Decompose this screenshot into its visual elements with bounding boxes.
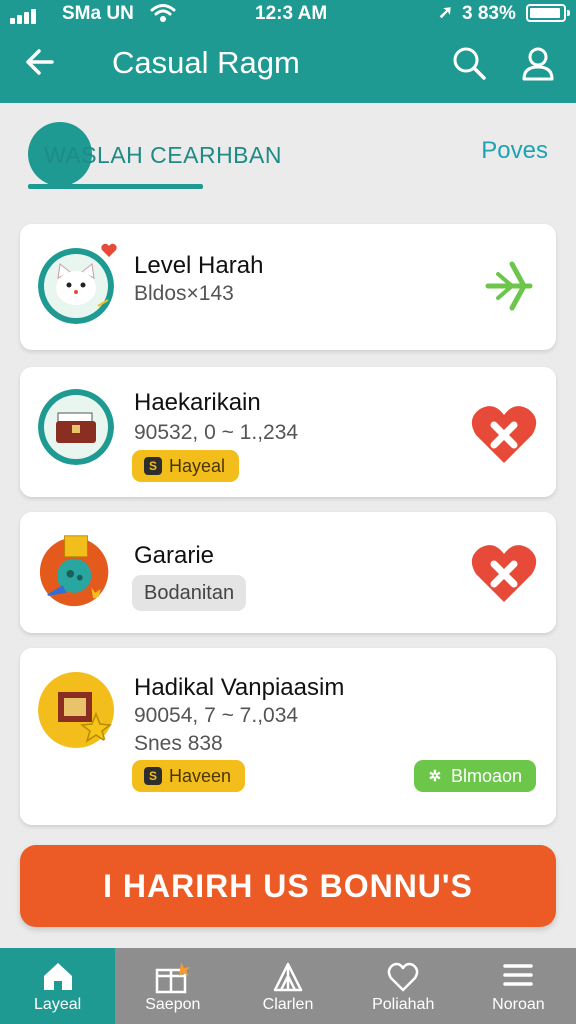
card-title: Gararie <box>134 542 215 569</box>
card-tag[interactable]: S Hayeal <box>132 450 240 482</box>
wifi-icon <box>150 4 176 22</box>
user-icon[interactable] <box>518 43 558 83</box>
tag-icon: S <box>144 457 162 475</box>
nav-item-layeal[interactable]: Layeal <box>0 948 116 1024</box>
status-time: 12:3 AM <box>255 3 328 24</box>
card-subtitle: Bldos×143 <box>134 282 234 305</box>
nav-label: Noroan <box>492 996 545 1013</box>
status-bar: SMa UN 12:3 AM ➚ 3 83% <box>0 0 576 28</box>
heart-icon <box>387 962 419 992</box>
favorite-heart-icon[interactable] <box>468 397 540 469</box>
heart-small-icon <box>101 243 117 257</box>
list-item[interactable]: Level Harah Bldos×143 <box>20 224 556 350</box>
card-tag-label: Bodanitan <box>144 581 235 604</box>
nav-item-clarlen[interactable]: Clarlen <box>230 948 345 1024</box>
list-item[interactable]: Haekarikain 90532, 0 ~ 1.,234 S Hayeal <box>20 367 556 497</box>
nav-item-saepon[interactable]: Saepon <box>115 948 230 1024</box>
card-action-label: Blmoaon <box>450 765 522 786</box>
list-item[interactable]: Hadikal Vanpiaasim 90054, 7 ~ 7.,034 Sne… <box>20 648 556 825</box>
battery-icon <box>526 4 570 22</box>
card-action-tag[interactable]: ✲ Blmoaon <box>413 760 536 792</box>
page-title: Casual Ragm <box>112 45 300 80</box>
bonus-button[interactable]: I HARIRH US BONNU'S <box>20 845 556 927</box>
nav-item-poliahah[interactable]: Poliahah <box>346 948 461 1024</box>
card-tag-label: Haveen <box>169 765 232 786</box>
menu-icon <box>503 964 534 986</box>
tent-icon <box>273 962 303 992</box>
card-subtitle: 90054, 7 ~ 7.,034 <box>134 704 299 727</box>
nav-item-noroan[interactable]: Noroan <box>461 948 576 1024</box>
carrier-label: SMa UN <box>62 3 134 24</box>
section-underline <box>28 184 203 189</box>
nav-label: Saepon <box>145 996 201 1013</box>
signal-icon <box>10 9 36 24</box>
card-meta: Snes 838 <box>134 732 223 755</box>
search-icon[interactable] <box>450 44 488 82</box>
card-subtitle: 90532, 0 ~ 1.,234 <box>134 421 299 444</box>
section-label: WASLAH CEARHBAN <box>44 142 282 168</box>
list-item[interactable]: Gararie Bodanitan <box>20 512 556 633</box>
gift-icon <box>155 962 190 994</box>
battery-percent: 3 83% <box>462 3 516 24</box>
frame-star-avatar-icon <box>38 672 114 748</box>
nav-label: Layeal <box>34 996 82 1013</box>
location-icon: ➚ <box>438 2 454 22</box>
spark-icon: ✲ <box>428 768 442 785</box>
card-title: Hadikal Vanpiaasim <box>134 674 345 701</box>
card-tag[interactable]: Bodanitan <box>132 575 247 611</box>
card-tag-label: Hayeal <box>169 455 226 476</box>
back-arrow-icon[interactable] <box>22 44 58 80</box>
home-icon <box>43 963 72 990</box>
chest-avatar-icon <box>38 389 114 465</box>
plane-icon[interactable] <box>468 250 540 322</box>
tag-icon: S <box>144 767 162 785</box>
card-title: Level Harah <box>134 252 264 279</box>
section-link[interactable]: Poves <box>481 137 548 165</box>
nav-label: Clarlen <box>262 996 314 1013</box>
card-tag[interactable]: S Haveen <box>132 760 246 792</box>
bottom-nav: Layeal Saepon Clarlen Poliahah Noroan <box>0 948 576 1024</box>
card-title: Haekarikain <box>134 389 261 416</box>
favorite-heart-icon[interactable] <box>468 536 540 608</box>
nav-label: Poliahah <box>372 996 435 1013</box>
cat-avatar-icon <box>38 248 114 324</box>
section-header: WASLAH CEARHBAN Poves <box>28 120 548 195</box>
medal-avatar-icon <box>39 535 109 607</box>
app-header: SMa UN 12:3 AM ➚ 3 83% Casual Ragm <box>0 0 576 103</box>
